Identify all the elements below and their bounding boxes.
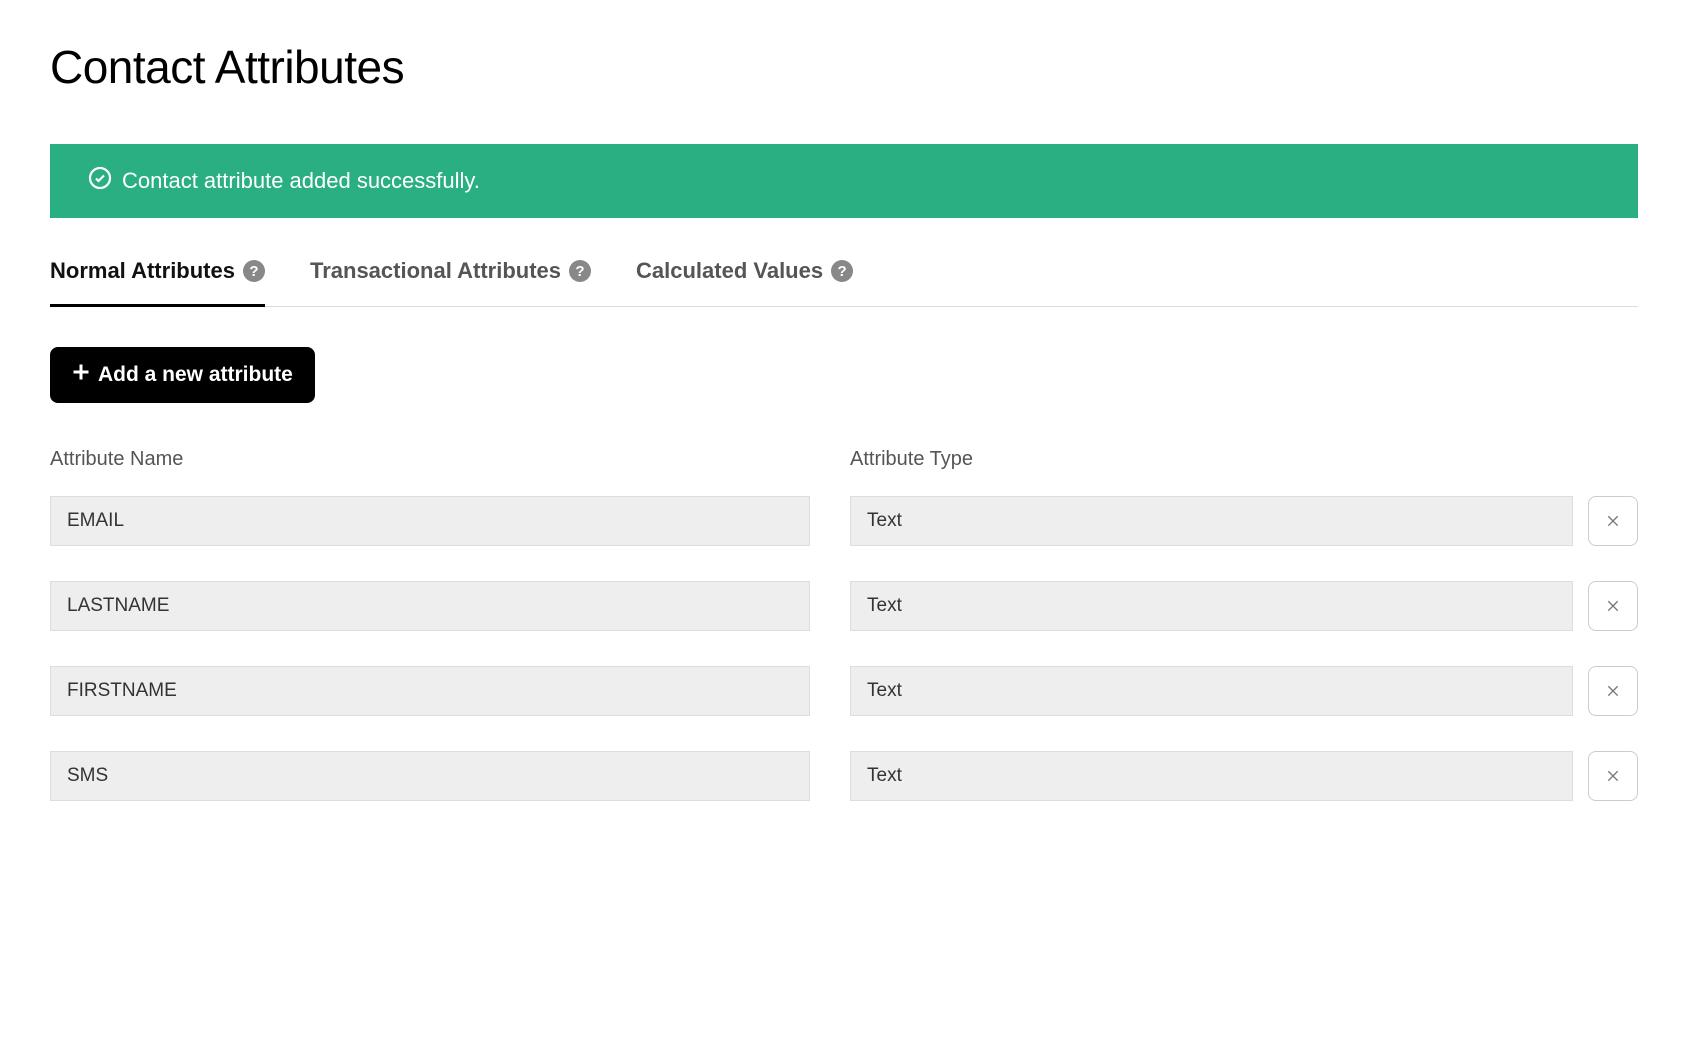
success-alert: Contact attribute added successfully. xyxy=(50,144,1638,218)
close-icon xyxy=(1605,682,1621,701)
column-header-name: Attribute Name xyxy=(50,448,810,471)
help-icon[interactable]: ? xyxy=(831,260,853,282)
tab-label: Normal Attributes xyxy=(50,258,235,284)
tab-label: Calculated Values xyxy=(636,258,823,284)
attribute-row xyxy=(50,496,1638,546)
page-title: Contact Attributes xyxy=(50,40,1638,94)
add-button-label: Add a new attribute xyxy=(98,363,293,387)
close-icon xyxy=(1605,767,1621,786)
tab-normal-attributes[interactable]: Normal Attributes ? xyxy=(50,258,265,307)
attribute-name-input[interactable] xyxy=(50,496,810,546)
help-icon[interactable]: ? xyxy=(569,260,591,282)
columns-header: Attribute Name Attribute Type xyxy=(50,448,1638,471)
attribute-type-input[interactable] xyxy=(850,496,1573,546)
help-icon[interactable]: ? xyxy=(243,260,265,282)
attribute-row xyxy=(50,666,1638,716)
tab-label: Transactional Attributes xyxy=(310,258,561,284)
attribute-type-input[interactable] xyxy=(850,666,1573,716)
attribute-name-input[interactable] xyxy=(50,581,810,631)
add-attribute-button[interactable]: Add a new attribute xyxy=(50,347,315,403)
tab-calculated-values[interactable]: Calculated Values ? xyxy=(636,258,853,307)
alert-message: Contact attribute added successfully. xyxy=(122,168,480,194)
delete-attribute-button[interactable] xyxy=(1588,496,1638,546)
check-circle-icon xyxy=(88,166,112,196)
attribute-type-input[interactable] xyxy=(850,581,1573,631)
attribute-name-input[interactable] xyxy=(50,666,810,716)
attribute-row xyxy=(50,581,1638,631)
attribute-row xyxy=(50,751,1638,801)
delete-attribute-button[interactable] xyxy=(1588,751,1638,801)
attribute-type-input[interactable] xyxy=(850,751,1573,801)
tabs: Normal Attributes ? Transactional Attrib… xyxy=(50,258,1638,307)
delete-attribute-button[interactable] xyxy=(1588,581,1638,631)
close-icon xyxy=(1605,512,1621,531)
delete-attribute-button[interactable] xyxy=(1588,666,1638,716)
column-header-type: Attribute Type xyxy=(850,448,1638,471)
attribute-name-input[interactable] xyxy=(50,751,810,801)
tab-transactional-attributes[interactable]: Transactional Attributes ? xyxy=(310,258,591,307)
close-icon xyxy=(1605,597,1621,616)
attributes-list xyxy=(50,496,1638,801)
plus-icon xyxy=(72,363,90,387)
